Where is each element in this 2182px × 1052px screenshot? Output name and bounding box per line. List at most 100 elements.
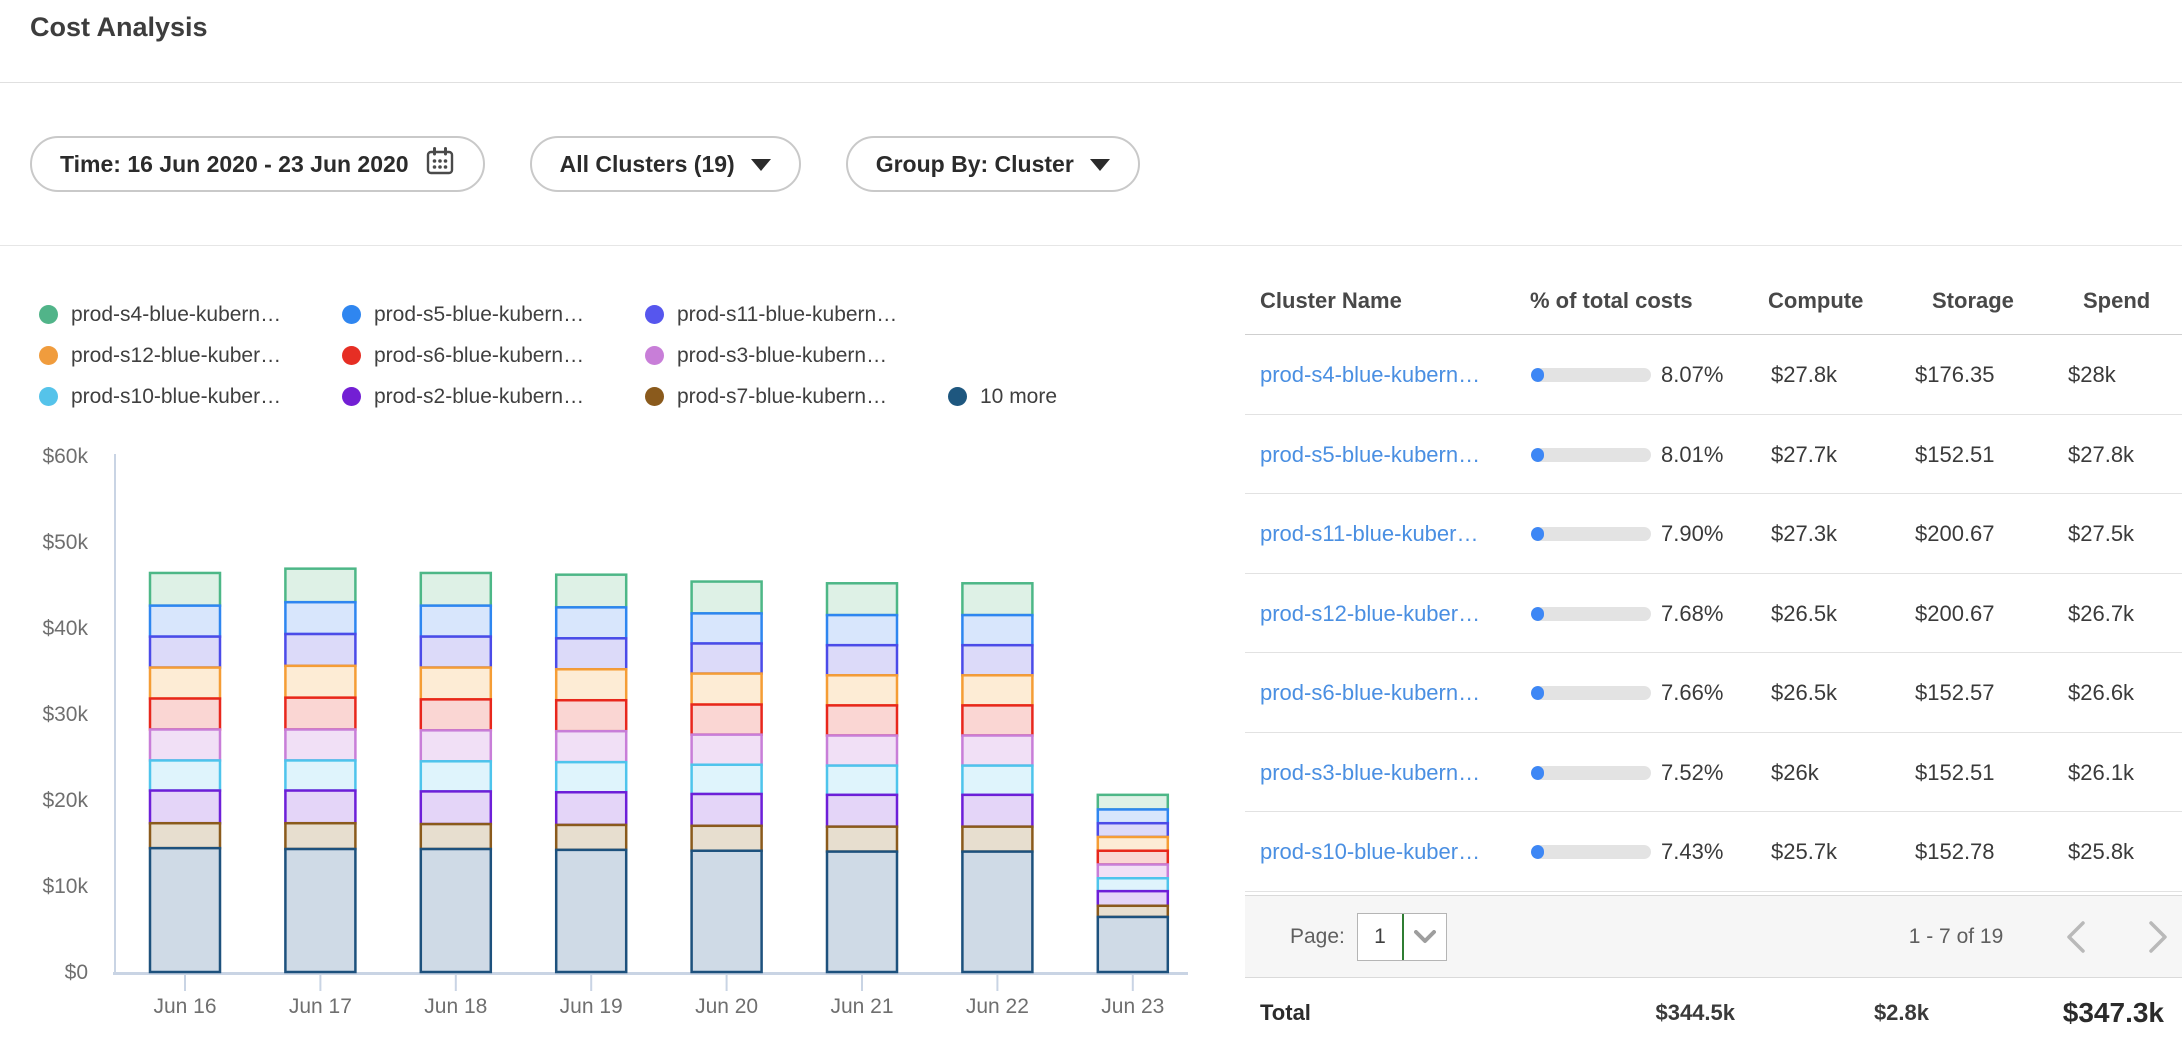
bar-segment[interactable]: [692, 643, 762, 673]
bar-segment[interactable]: [962, 675, 1032, 705]
bar-segment[interactable]: [1098, 851, 1168, 865]
bar-segment[interactable]: [827, 645, 897, 675]
bar-segment[interactable]: [285, 760, 355, 790]
time-range-filter[interactable]: Time: 16 Jun 2020 - 23 Jun 2020: [30, 136, 485, 192]
bar-segment[interactable]: [421, 849, 491, 972]
bar-segment[interactable]: [421, 730, 491, 761]
bar-segment[interactable]: [556, 850, 626, 972]
page-select[interactable]: 1: [1357, 913, 1447, 961]
bar-segment[interactable]: [962, 615, 1032, 645]
bar-segment[interactable]: [1098, 823, 1168, 837]
bar-segment[interactable]: [421, 824, 491, 849]
bar-segment[interactable]: [150, 823, 220, 848]
legend-item[interactable]: prod-s3-blue-kubern…: [645, 344, 948, 368]
bar-segment[interactable]: [150, 668, 220, 699]
bar-segment[interactable]: [1098, 795, 1168, 810]
bar-segment[interactable]: [962, 583, 1032, 615]
bar-segment[interactable]: [1098, 891, 1168, 906]
clusters-filter-dropdown[interactable]: All Clusters (19): [530, 136, 801, 192]
bar-segment[interactable]: [150, 791, 220, 824]
legend-item[interactable]: prod-s6-blue-kubern…: [342, 344, 645, 368]
bar-segment[interactable]: [827, 583, 897, 615]
bar-segment[interactable]: [150, 573, 220, 606]
bar-segment[interactable]: [1098, 878, 1168, 891]
bar-segment[interactable]: [285, 729, 355, 760]
bar-segment[interactable]: [962, 645, 1032, 675]
bar-segment[interactable]: [692, 705, 762, 735]
bar-segment[interactable]: [827, 736, 897, 766]
bar-segment[interactable]: [962, 705, 1032, 735]
bar-segment[interactable]: [692, 851, 762, 972]
bar-segment[interactable]: [827, 675, 897, 705]
bar-segment[interactable]: [285, 849, 355, 972]
bar-segment[interactable]: [421, 761, 491, 791]
bar-segment[interactable]: [692, 582, 762, 614]
chevron-left-icon[interactable]: [2063, 919, 2089, 960]
bar-segment[interactable]: [962, 795, 1032, 827]
bar-segment[interactable]: [692, 674, 762, 705]
bar-segment[interactable]: [556, 762, 626, 792]
bar-segment[interactable]: [150, 848, 220, 972]
bar-segment[interactable]: [285, 666, 355, 698]
bar-segment[interactable]: [827, 705, 897, 735]
cluster-link[interactable]: prod-s12-blue-kuber…: [1260, 574, 1480, 654]
bar-segment[interactable]: [150, 699, 220, 730]
bar-segment[interactable]: [421, 606, 491, 637]
bar-segment[interactable]: [285, 602, 355, 634]
bar-segment[interactable]: [556, 669, 626, 700]
bar-segment[interactable]: [962, 766, 1032, 795]
bar-segment[interactable]: [1098, 906, 1168, 917]
legend-item[interactable]: prod-s5-blue-kubern…: [342, 303, 645, 327]
bar-segment[interactable]: [556, 700, 626, 731]
cluster-link[interactable]: prod-s5-blue-kubern…: [1260, 415, 1480, 495]
bar-segment[interactable]: [285, 698, 355, 730]
bar-segment[interactable]: [285, 569, 355, 603]
bar-segment[interactable]: [285, 634, 355, 666]
bar-segment[interactable]: [150, 606, 220, 637]
bar-segment[interactable]: [827, 615, 897, 645]
cluster-link[interactable]: prod-s6-blue-kubern…: [1260, 653, 1480, 733]
bar-segment[interactable]: [1098, 837, 1168, 851]
bar-segment[interactable]: [285, 791, 355, 824]
bar-segment[interactable]: [556, 575, 626, 608]
bar-segment[interactable]: [692, 794, 762, 826]
bar-segment[interactable]: [421, 791, 491, 824]
bar-segment[interactable]: [692, 826, 762, 851]
legend-item[interactable]: prod-s11-blue-kubern…: [645, 303, 948, 327]
bar-segment[interactable]: [421, 637, 491, 668]
bar-segment[interactable]: [150, 760, 220, 790]
bar-segment[interactable]: [692, 613, 762, 643]
bar-segment[interactable]: [556, 792, 626, 825]
bar-segment[interactable]: [827, 766, 897, 795]
bar-segment[interactable]: [421, 699, 491, 730]
bar-segment[interactable]: [421, 668, 491, 700]
legend-item[interactable]: 10 more: [948, 385, 1057, 409]
bar-segment[interactable]: [1098, 809, 1168, 823]
cluster-link[interactable]: prod-s10-blue-kuber…: [1260, 812, 1480, 892]
bar-segment[interactable]: [556, 638, 626, 669]
chevron-right-icon[interactable]: [2145, 919, 2171, 960]
cluster-link[interactable]: prod-s4-blue-kubern…: [1260, 335, 1480, 415]
bar-segment[interactable]: [962, 736, 1032, 766]
bar-segment[interactable]: [692, 765, 762, 794]
bar-segment[interactable]: [962, 852, 1032, 972]
legend-item[interactable]: prod-s7-blue-kubern…: [645, 385, 948, 409]
bar-segment[interactable]: [827, 852, 897, 972]
bar-segment[interactable]: [285, 823, 355, 849]
group-by-dropdown[interactable]: Group By: Cluster: [846, 136, 1140, 192]
legend-item[interactable]: prod-s4-blue-kubern…: [39, 303, 342, 327]
bar-segment[interactable]: [421, 573, 491, 606]
cluster-link[interactable]: prod-s11-blue-kuber…: [1260, 494, 1478, 574]
cluster-link[interactable]: prod-s3-blue-kubern…: [1260, 733, 1480, 813]
bar-segment[interactable]: [1098, 865, 1168, 879]
bar-segment[interactable]: [556, 825, 626, 850]
legend-item[interactable]: prod-s10-blue-kuber…: [39, 385, 342, 409]
bar-segment[interactable]: [556, 731, 626, 762]
bar-segment[interactable]: [692, 735, 762, 765]
bar-segment[interactable]: [827, 827, 897, 852]
bar-segment[interactable]: [556, 607, 626, 638]
bar-segment[interactable]: [150, 729, 220, 760]
legend-item[interactable]: prod-s2-blue-kubern…: [342, 385, 645, 409]
bar-segment[interactable]: [827, 795, 897, 827]
legend-item[interactable]: prod-s12-blue-kuber…: [39, 344, 342, 368]
